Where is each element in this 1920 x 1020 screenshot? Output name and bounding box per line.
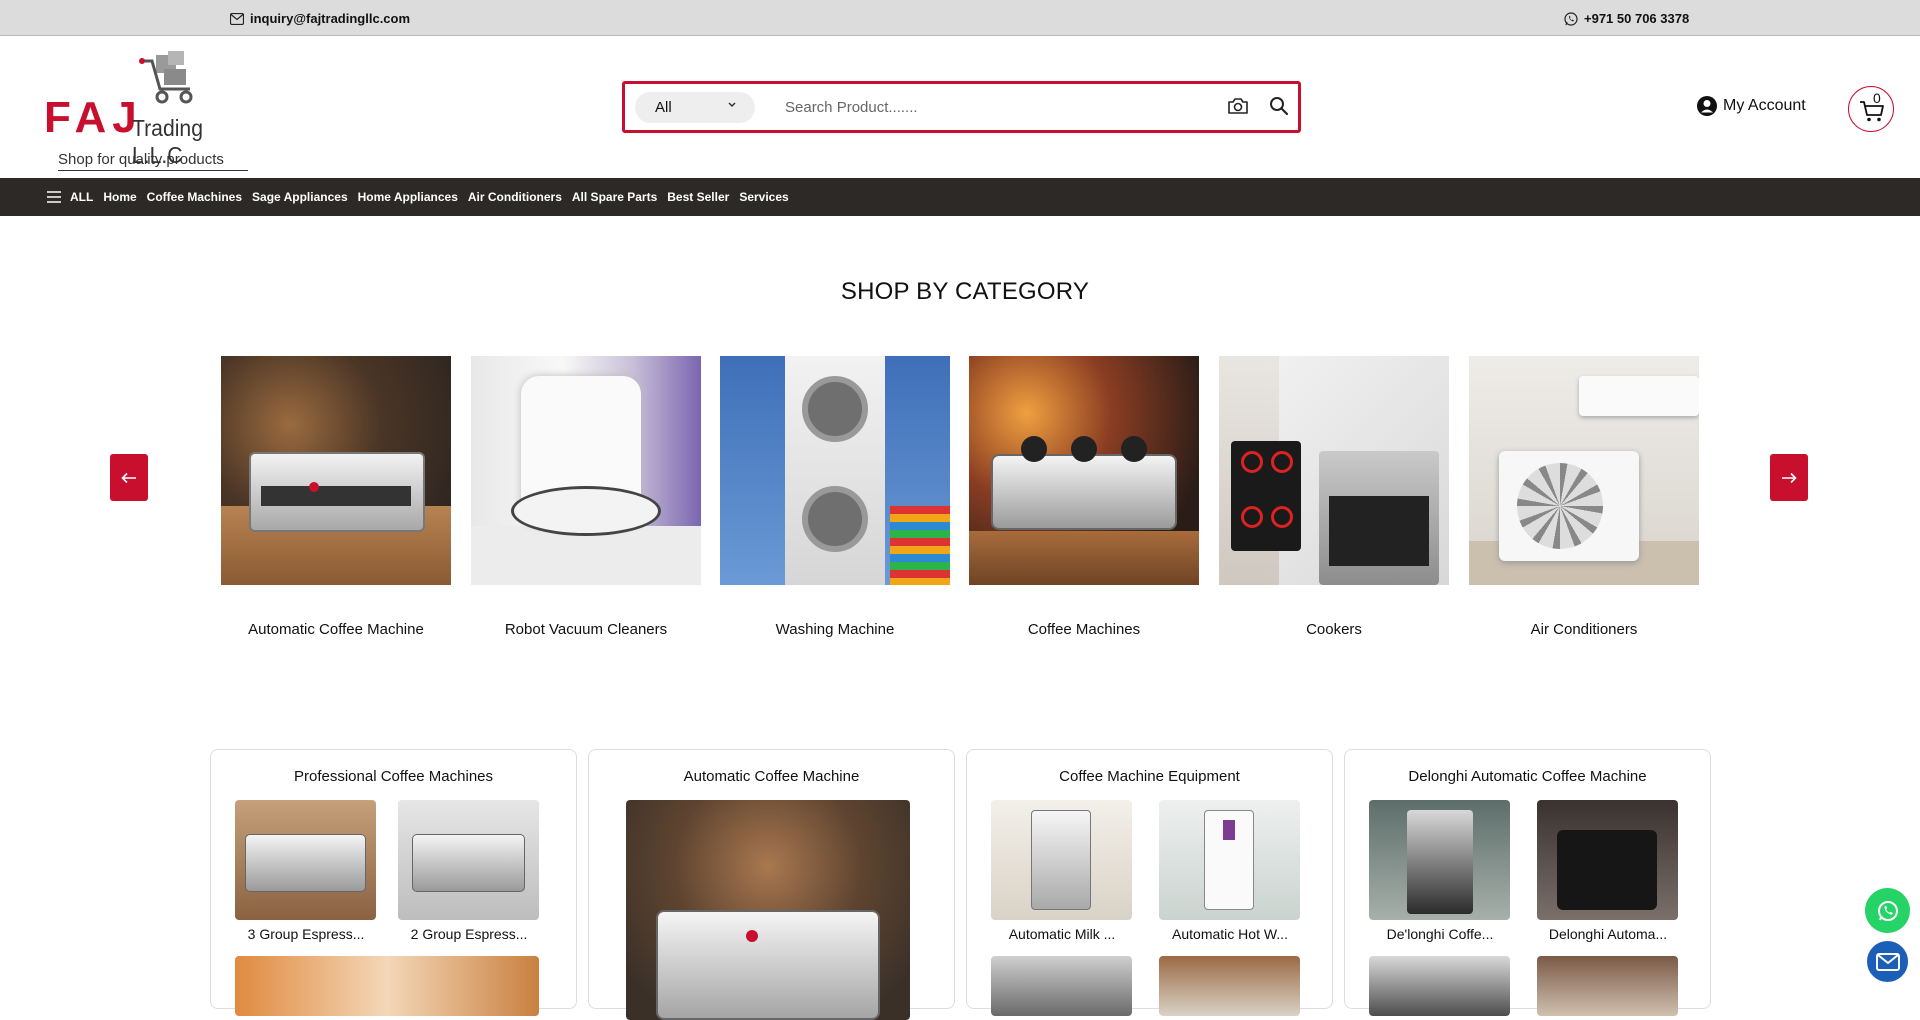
- carousel-next-button[interactable]: [1770, 454, 1808, 501]
- menu-icon: [47, 191, 61, 203]
- product-thumb[interactable]: [235, 956, 539, 1016]
- product-label[interactable]: 3 Group Espress...: [226, 926, 386, 942]
- category-panel: Professional Coffee Machines 3 Group Esp…: [210, 749, 577, 1016]
- cart-icon: [1860, 101, 1884, 122]
- product-label[interactable]: De'longhi Coffe...: [1360, 926, 1520, 942]
- category-panel: Automatic Coffee Machine: [588, 749, 955, 1020]
- category-label: Washing Machine: [775, 621, 895, 638]
- category-image-cookers: [1219, 356, 1449, 585]
- nav-item-all-spare-parts[interactable]: All Spare Parts: [572, 190, 657, 204]
- product-label[interactable]: Automatic Milk ...: [982, 926, 1142, 942]
- category-image-coffee-machines: [969, 356, 1199, 585]
- top-bar: inquiry@fajtradingllc.com +971 50 706 33…: [0, 0, 1920, 36]
- user-icon: [1697, 96, 1717, 116]
- phone-text: +971 50 706 3378: [1584, 11, 1690, 26]
- product-label[interactable]: Automatic Hot W...: [1150, 926, 1310, 942]
- category-image-washing-machine: [720, 356, 950, 585]
- arrow-right-icon: [1782, 472, 1797, 483]
- cart-button[interactable]: 0: [1848, 86, 1894, 132]
- logo[interactable]: FAJ Trading L.L.C Shop for quality produ…: [44, 49, 259, 171]
- email-link[interactable]: inquiry@fajtradingllc.com: [230, 11, 410, 26]
- whatsapp-icon: [1564, 11, 1578, 26]
- panel-title: Professional Coffee Machines: [294, 768, 493, 785]
- panel-title: Delonghi Automatic Coffee Machine: [1408, 768, 1647, 785]
- mail-icon: [1875, 952, 1900, 971]
- category-label: Air Conditioners: [1530, 621, 1638, 638]
- nav-item-home[interactable]: Home: [103, 190, 136, 204]
- category-label: Cookers: [1306, 621, 1362, 638]
- category-label: Automatic Coffee Machine: [248, 621, 424, 638]
- product-thumb[interactable]: [235, 800, 376, 920]
- product-thumb[interactable]: [1537, 800, 1678, 920]
- chevron-down-icon: [728, 102, 736, 108]
- email-contact-button[interactable]: [1865, 939, 1910, 984]
- category-card[interactable]: Robot Vacuum Cleaners: [471, 356, 701, 638]
- category-card[interactable]: Cookers: [1219, 356, 1449, 638]
- whatsapp-icon: [1877, 900, 1898, 921]
- email-text: inquiry@fajtradingllc.com: [250, 11, 411, 26]
- category-image-robot-vacuum: [471, 356, 701, 585]
- header: FAJ Trading L.L.C Shop for quality produ…: [0, 37, 1920, 178]
- product-thumb[interactable]: [1159, 956, 1300, 1016]
- camera-icon[interactable]: [1227, 96, 1249, 116]
- category-label: Robot Vacuum Cleaners: [504, 621, 668, 638]
- my-account-link[interactable]: My Account: [1697, 96, 1806, 116]
- category-card[interactable]: Automatic Coffee Machine: [221, 356, 451, 638]
- product-thumb[interactable]: [1369, 800, 1510, 920]
- category-card[interactable]: Coffee Machines: [969, 356, 1199, 638]
- panel-title: Automatic Coffee Machine: [683, 768, 860, 785]
- main-nav: ALL Home Coffee Machines Sage Appliances…: [0, 178, 1920, 216]
- category-select-value: All: [655, 99, 672, 116]
- category-panel: Delonghi Automatic Coffee Machine De'lon…: [1344, 749, 1711, 1016]
- category-card[interactable]: Washing Machine: [720, 356, 950, 638]
- mail-icon: [230, 12, 244, 25]
- product-thumb[interactable]: [1369, 956, 1510, 1016]
- my-account-label: My Account: [1723, 97, 1806, 114]
- search-input[interactable]: [785, 94, 1225, 121]
- category-label: Coffee Machines: [1027, 621, 1141, 638]
- logo-tagline: Shop for quality products: [58, 151, 248, 171]
- carousel-prev-button[interactable]: [110, 454, 148, 501]
- nav-item-coffee-machines[interactable]: Coffee Machines: [147, 190, 242, 204]
- nav-all-label: ALL: [70, 190, 94, 204]
- category-image-automatic-coffee: [221, 356, 451, 585]
- search-bar: All: [622, 81, 1301, 133]
- product-thumb[interactable]: [991, 956, 1132, 1016]
- search-icon[interactable]: [1269, 96, 1289, 116]
- product-label[interactable]: Delonghi Automa...: [1528, 926, 1688, 942]
- product-thumb[interactable]: [991, 800, 1132, 920]
- category-select[interactable]: All: [635, 92, 755, 123]
- nav-item-sage-appliances[interactable]: Sage Appliances: [252, 190, 348, 204]
- product-thumb[interactable]: [1537, 956, 1678, 1016]
- nav-item-services[interactable]: Services: [739, 190, 788, 204]
- panel-title: Coffee Machine Equipment: [1059, 768, 1240, 785]
- product-thumb[interactable]: [1159, 800, 1300, 920]
- product-label[interactable]: 2 Group Espress...: [389, 926, 549, 942]
- product-thumb[interactable]: [398, 800, 539, 920]
- arrow-left-icon: [121, 472, 136, 483]
- phone-link[interactable]: +971 50 706 3378: [1564, 11, 1689, 26]
- nav-item-best-seller[interactable]: Best Seller: [667, 190, 729, 204]
- category-card[interactable]: Air Conditioners: [1469, 356, 1699, 638]
- section-title: SHOP BY CATEGORY: [840, 278, 1090, 305]
- nav-item-air-conditioners[interactable]: Air Conditioners: [468, 190, 562, 204]
- featured-product-image[interactable]: [626, 800, 910, 1020]
- category-panel: Coffee Machine Equipment Automatic Milk …: [966, 749, 1333, 1016]
- nav-item-home-appliances[interactable]: Home Appliances: [358, 190, 458, 204]
- category-image-air-conditioners: [1469, 356, 1699, 585]
- logo-brand: FAJ: [44, 93, 143, 142]
- nav-all-menu[interactable]: ALL: [46, 190, 93, 204]
- whatsapp-chat-button[interactable]: [1865, 888, 1910, 933]
